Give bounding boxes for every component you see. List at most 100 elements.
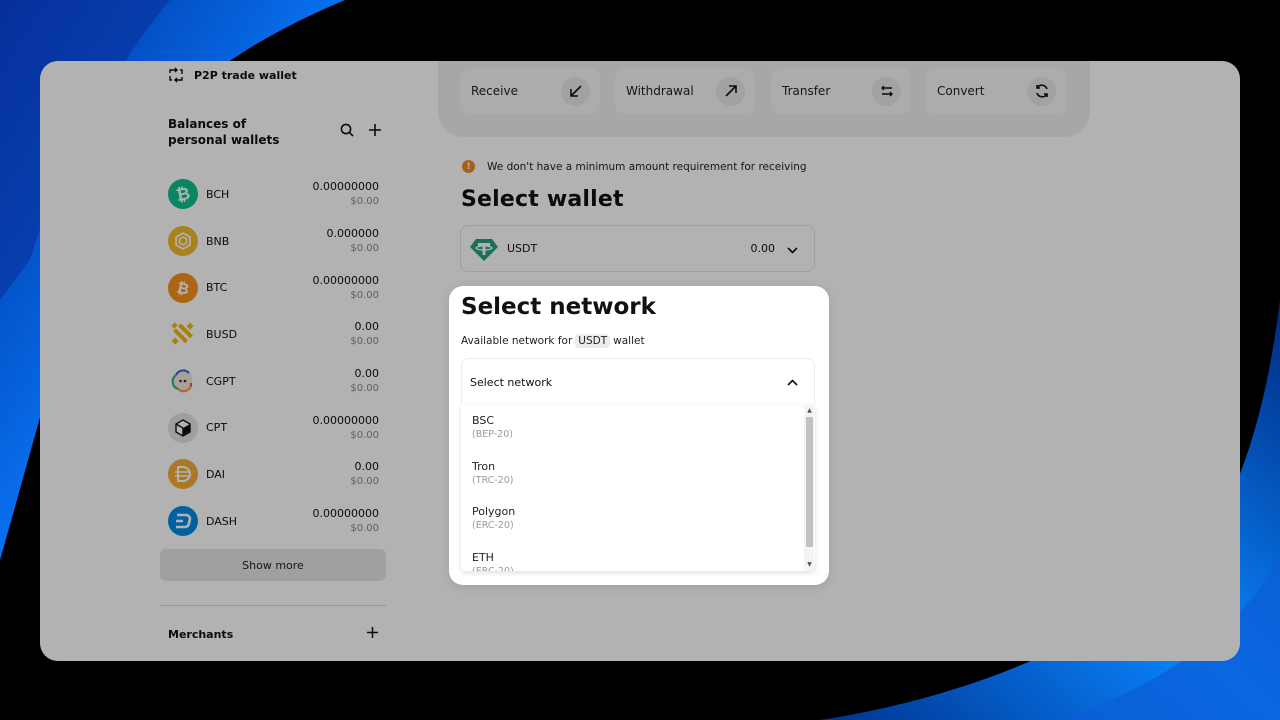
- balances-header: Balances of personal wallets: [168, 116, 383, 148]
- wallet-actions-panel: Receive Withdrawal Transfer Convert: [438, 61, 1090, 137]
- coin-amount: 0.00: [354, 320, 380, 334]
- coin-row-cpt[interactable]: CPT 0.00000000 $0.00: [168, 404, 379, 451]
- options-scrollbar[interactable]: ▲ ▼: [804, 405, 814, 571]
- coin-usd-value: $0.00: [350, 196, 379, 208]
- select-wallet-title: Select wallet: [461, 187, 624, 212]
- dash-icon: [168, 506, 198, 537]
- warning-icon: !: [462, 160, 475, 173]
- network-name: Tron: [472, 459, 496, 473]
- receive-button[interactable]: Receive: [460, 68, 600, 114]
- coin-amount: 0.00: [354, 367, 380, 381]
- chevron-up-icon: [787, 376, 798, 389]
- withdrawal-label: Withdrawal: [626, 84, 694, 98]
- btc-icon: ₿: [168, 272, 198, 303]
- select-network-title: Select network: [461, 294, 656, 320]
- coin-symbol: DASH: [206, 514, 238, 528]
- network-standard: (ERC-20): [472, 520, 514, 531]
- scroll-up-arrow-icon[interactable]: ▲: [806, 407, 813, 415]
- network-standard: (ERC-20): [472, 565, 514, 572]
- coin-usd-value: $0.00: [350, 336, 379, 348]
- busd-icon: [168, 319, 198, 349]
- notice-text: We don't have a minimum amount requireme…: [487, 160, 807, 173]
- coin-amount: 0.00000000: [312, 413, 379, 427]
- network-option-tron[interactable]: Tron (TRC-20): [461, 451, 815, 497]
- receive-label: Receive: [471, 84, 518, 98]
- cpt-icon: [168, 412, 198, 443]
- withdrawal-button[interactable]: Withdrawal: [615, 68, 755, 114]
- p2p-label: P2P trade wallet: [194, 68, 297, 82]
- show-more-button[interactable]: Show more: [160, 549, 386, 581]
- dai-icon: [168, 459, 198, 490]
- network-placeholder: Select network: [470, 375, 553, 389]
- coin-usd-value: $0.00: [350, 289, 379, 301]
- search-icon[interactable]: [339, 122, 355, 138]
- network-option-bsc[interactable]: BSC (BEP-20): [461, 405, 815, 451]
- coin-amount: 0.00000000: [312, 507, 379, 521]
- coin-usd-value: $0.00: [350, 523, 379, 535]
- add-wallet-icon[interactable]: [367, 122, 383, 138]
- usdt-tether-icon: [470, 238, 498, 261]
- coin-row-dai[interactable]: DAI 0.00 $0.00: [168, 451, 379, 498]
- coin-list: ₿ BCH 0.00000000 $0.00 BNB 0.000000 $0.00 …: [168, 171, 379, 545]
- select-network-subtitle: Available network for USDT wallet: [461, 334, 645, 348]
- coin-amount: 0.00: [354, 460, 380, 474]
- network-standard: (BEP-20): [472, 429, 513, 440]
- coin-row-bnb[interactable]: BNB 0.000000 $0.00: [168, 218, 379, 265]
- select-network-panel: Select network Available network for USD…: [449, 286, 829, 585]
- coin-amount: 0.000000: [326, 227, 380, 241]
- bnb-icon: [168, 226, 198, 257]
- coin-row-busd[interactable]: BUSD 0.00 $0.00: [168, 311, 379, 358]
- selected-wallet-balance: 0.00: [750, 242, 776, 255]
- coin-symbol: BUSD: [206, 327, 238, 341]
- coin-usd-value: $0.00: [350, 476, 379, 488]
- chevron-down-icon: [787, 239, 798, 258]
- network-name: Polygon: [472, 505, 516, 518]
- receive-notice: ! We don't have a minimum amount require…: [462, 160, 807, 173]
- subtitle-prefix: Available network for: [461, 335, 573, 347]
- arrow-down-left-icon: [561, 76, 590, 106]
- swap-arrows-icon: [872, 76, 901, 106]
- add-merchant-icon[interactable]: [367, 627, 378, 641]
- network-option-eth[interactable]: ETH (ERC-20): [461, 542, 815, 572]
- subtitle-suffix: wallet: [613, 335, 645, 347]
- wallet-chip: USDT: [575, 334, 611, 348]
- coin-symbol: BNB: [206, 234, 230, 248]
- convert-label: Convert: [937, 84, 985, 98]
- arrow-up-right-icon: [716, 76, 745, 106]
- network-options-list: BSC (BEP-20) Tron (TRC-20) Polygon (ERC-…: [461, 405, 815, 571]
- coin-row-bch[interactable]: ₿ BCH 0.00000000 $0.00: [168, 171, 379, 218]
- coin-amount: 0.00000000: [312, 273, 379, 287]
- transfer-button[interactable]: Transfer: [771, 68, 911, 114]
- cgpt-icon: [168, 366, 198, 396]
- coin-row-cgpt[interactable]: CGPT 0.00 $0.00: [168, 358, 379, 405]
- coin-symbol: CPT: [206, 421, 228, 435]
- merchants-label: Merchants: [168, 627, 234, 641]
- selected-wallet-name: USDT: [507, 242, 538, 255]
- p2p-trade-wallet-link[interactable]: P2P trade wallet: [168, 67, 297, 83]
- coin-amount: 0.00000000: [312, 180, 379, 194]
- coin-usd-value: $0.00: [350, 383, 379, 395]
- balances-title: Balances of personal wallets: [168, 117, 280, 147]
- coin-row-btc[interactable]: ₿ BTC 0.00000000 $0.00: [168, 264, 379, 311]
- coin-symbol: BTC: [206, 281, 228, 295]
- network-name: BSC: [472, 414, 495, 427]
- coin-row-dash[interactable]: DASH 0.00000000 $0.00: [168, 498, 379, 545]
- p2p-exchange-icon: [169, 67, 183, 83]
- coin-usd-value: $0.00: [350, 429, 379, 441]
- coin-symbol: CGPT: [206, 374, 236, 388]
- network-dropdown[interactable]: Select network: [461, 358, 815, 405]
- coin-usd-value: $0.00: [350, 243, 379, 255]
- scroll-thumb[interactable]: [806, 417, 813, 547]
- coin-symbol: BCH: [206, 187, 230, 201]
- sidebar-divider: [160, 605, 386, 606]
- refresh-icon: [1027, 76, 1056, 106]
- merchants-section: Merchants: [168, 627, 378, 641]
- wallet-dropdown[interactable]: USDT 0.00: [460, 225, 815, 272]
- convert-button[interactable]: Convert: [926, 68, 1066, 114]
- bch-icon: ₿: [168, 179, 198, 210]
- network-name: ETH: [472, 550, 494, 564]
- sidebar: P2P trade wallet Balances of personal wa…: [160, 61, 386, 661]
- scroll-down-arrow-icon[interactable]: ▼: [806, 561, 813, 569]
- network-option-polygon[interactable]: Polygon (ERC-20): [461, 496, 815, 542]
- network-standard: (TRC-20): [472, 474, 514, 486]
